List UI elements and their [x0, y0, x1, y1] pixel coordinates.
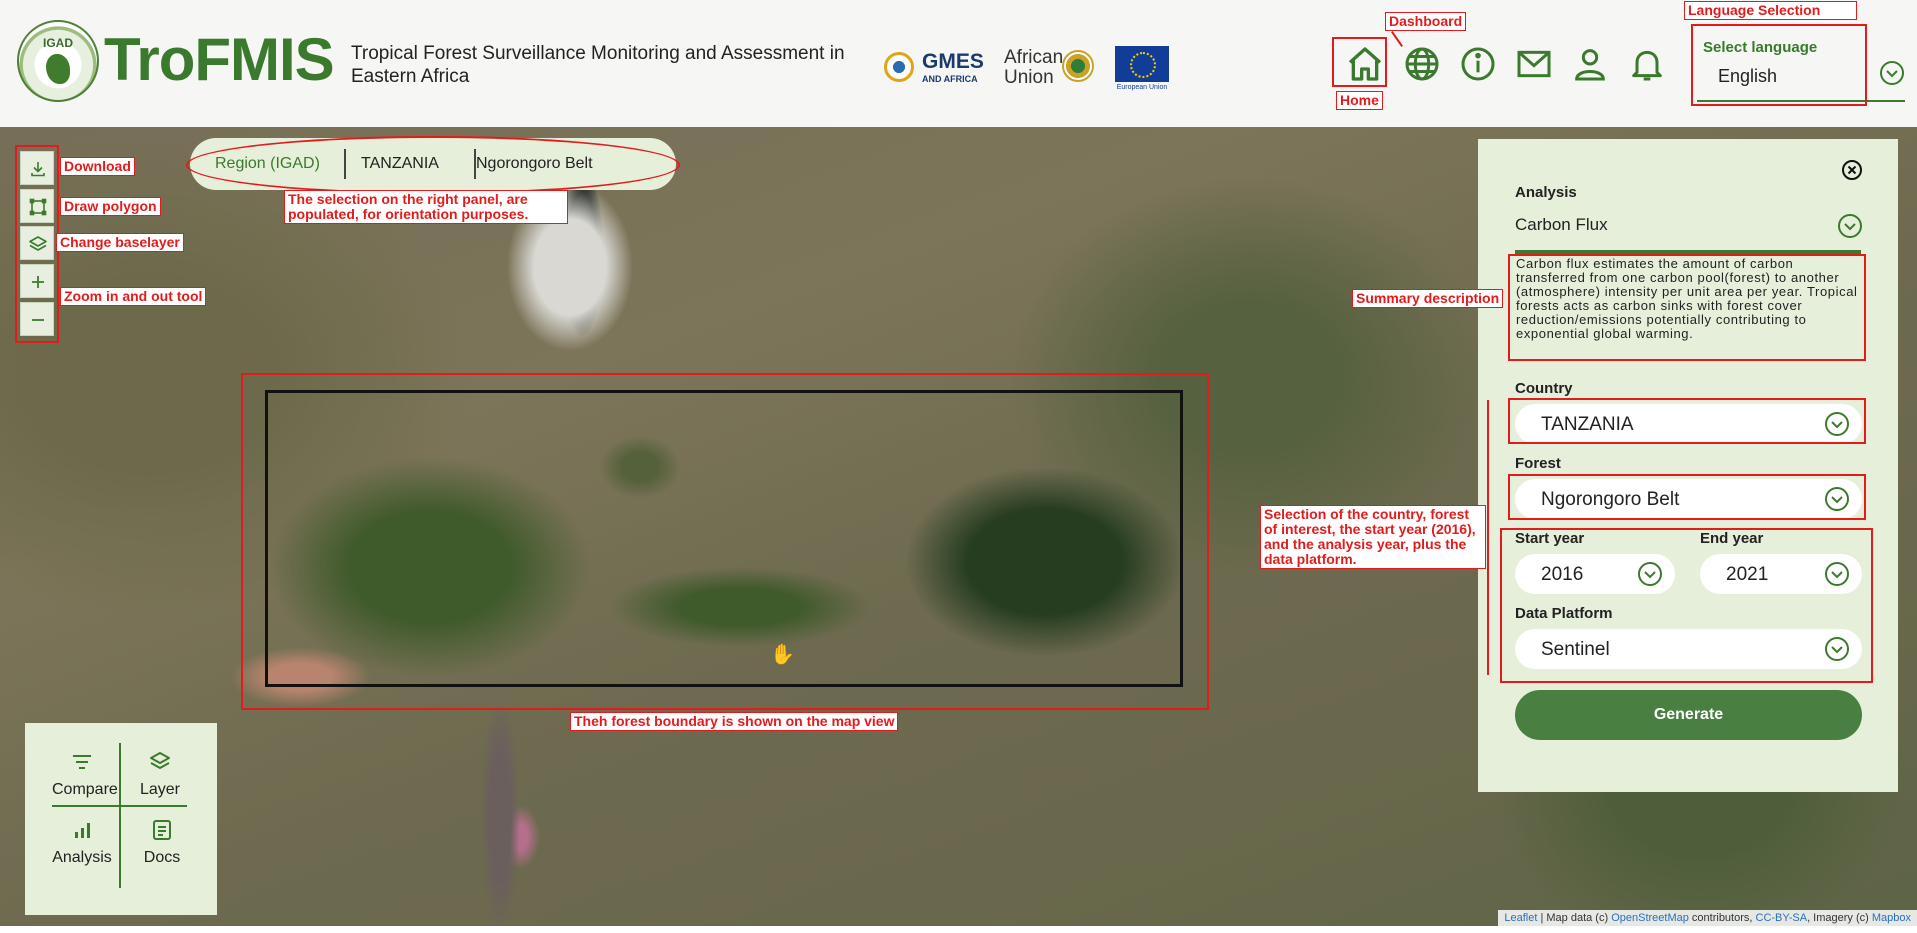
european-union-logo: European Union [1115, 46, 1169, 91]
annotation-download: Download [60, 157, 135, 176]
annotation-zoom: Zoom in and out tool [60, 287, 207, 306]
au-seal-icon [1062, 50, 1094, 82]
compare-button[interactable]: Compare [52, 749, 118, 799]
annotation-language: Language Selection [1684, 1, 1857, 20]
divider [52, 805, 187, 807]
forest-boundary-highlight [241, 373, 1209, 710]
eu-flag-icon [1115, 46, 1169, 82]
analysis-button[interactable]: Analysis [52, 817, 112, 867]
gmes-africa-logo: GMES AND AFRICA [880, 46, 985, 90]
breadcrumb-highlight [186, 136, 680, 194]
license-link[interactable]: CC-BY-SA [1756, 912, 1808, 924]
africa-map-icon [46, 54, 70, 84]
quick-menu-panel: Compare Layer Analysis Docs [25, 723, 217, 915]
osm-link[interactable]: OpenStreetMap [1611, 912, 1689, 924]
filter-icon [73, 755, 91, 769]
layer-button[interactable]: Layer [130, 749, 190, 799]
country-label: Country [1515, 380, 1573, 397]
country-highlight [1508, 398, 1866, 444]
annotation-summary: Summary description [1352, 289, 1504, 308]
bar-chart-icon [75, 823, 90, 838]
close-icon[interactable] [1841, 159, 1863, 181]
forest-label: Forest [1515, 455, 1561, 472]
user-icon[interactable] [1570, 44, 1610, 84]
app-brand: TroFMIS [104, 26, 335, 93]
app-header: IGAD TroFMIS Tropical Forest Surveillanc… [0, 0, 1917, 127]
mail-icon[interactable] [1514, 44, 1554, 84]
summary-highlight [1508, 254, 1866, 361]
globe-icon[interactable] [1402, 44, 1442, 84]
globe-logo-icon [884, 52, 914, 82]
language-highlight [1691, 24, 1867, 106]
annotation-forest-boundary: Theh forest boundary is shown on the map… [570, 712, 899, 731]
annotation-home: Home [1336, 91, 1383, 110]
layers-icon [150, 752, 170, 769]
info-icon[interactable] [1458, 44, 1498, 84]
tools-highlight [15, 145, 59, 343]
annotation-draw-polygon: Draw polygon [60, 197, 161, 216]
analysis-label: Analysis [1515, 184, 1577, 201]
year-platform-highlight [1500, 528, 1873, 683]
docs-button[interactable]: Docs [132, 817, 192, 867]
annotation-arrow [1487, 400, 1489, 675]
app-subtitle: Tropical Forest Surveillance Monitoring … [351, 43, 845, 87]
annotation-dashboard: Dashboard [1385, 12, 1467, 31]
divider [119, 743, 121, 888]
mapbox-link[interactable]: Mapbox [1872, 912, 1911, 924]
generate-button[interactable]: Generate [1515, 690, 1862, 740]
document-icon [153, 820, 171, 840]
annotation-selection-country: Selection of the country, forest of inte… [1260, 505, 1486, 569]
analysis-panel: Analysis Carbon Flux Carbon flux estimat… [1478, 139, 1898, 792]
analysis-chevron-down-icon[interactable] [1837, 213, 1863, 239]
analysis-select[interactable]: Carbon Flux [1515, 215, 1608, 235]
home-highlight [1332, 37, 1387, 87]
african-union-logo: African Union [1004, 46, 1097, 90]
map-attribution: Leaflet | Map data (c) OpenStreetMap con… [1498, 910, 1917, 926]
annotation-selection-note: The selection on the right panel, are po… [284, 190, 568, 224]
annotation-change-baselayer: Change baselayer [56, 233, 184, 252]
bell-icon[interactable] [1627, 44, 1667, 84]
leaflet-link[interactable]: Leaflet [1504, 912, 1537, 924]
language-chevron-down-icon[interactable] [1879, 60, 1905, 86]
forest-highlight [1508, 474, 1866, 520]
igad-logo[interactable]: IGAD [17, 20, 99, 102]
